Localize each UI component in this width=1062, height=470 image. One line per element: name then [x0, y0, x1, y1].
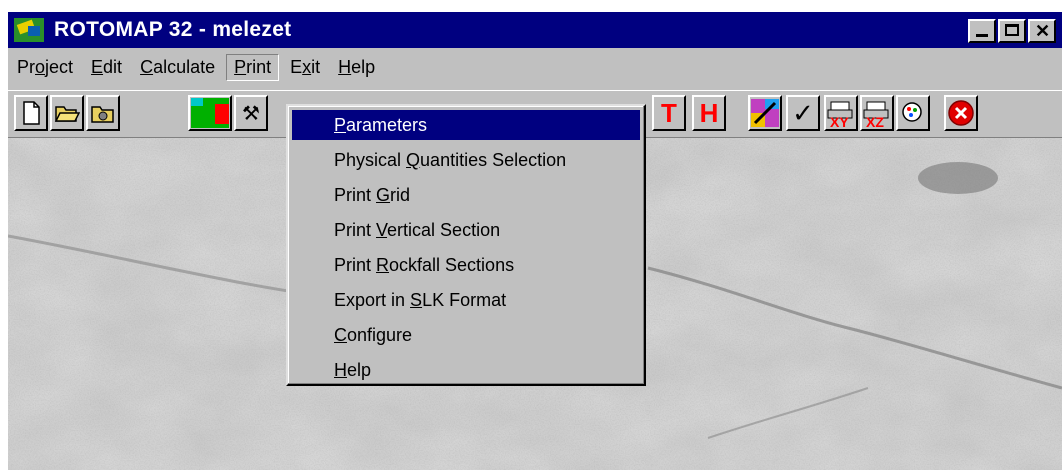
tool-t-button[interactable]: T [652, 95, 686, 131]
menu-exit[interactable]: Exit [281, 54, 329, 81]
maximize-icon [1005, 24, 1019, 36]
window-title: ROTOMAP 32 - melezet [54, 18, 292, 41]
new-button[interactable] [14, 95, 48, 131]
maximize-button[interactable] [998, 19, 1026, 43]
title-bar[interactable]: ROTOMAP 32 - melezet ✕ [8, 12, 1062, 48]
color-map-icon [191, 98, 229, 128]
menu-item-print-vertical-section[interactable]: Print Vertical Section [292, 215, 640, 245]
color-tools-button[interactable] [748, 95, 782, 131]
tool-h-button[interactable]: H [692, 95, 726, 131]
menu-print[interactable]: Print [226, 53, 280, 81]
menu-calculate[interactable]: Calculate [131, 54, 224, 81]
color-tools-icon [751, 99, 779, 127]
minimize-button[interactable] [968, 19, 996, 43]
exit-icon [948, 100, 974, 126]
open-button[interactable] [50, 95, 84, 131]
menu-item-print-grid[interactable]: Print Grid [292, 180, 640, 210]
print-settings-button[interactable] [896, 95, 930, 131]
tools-icon: ⚒ [242, 102, 260, 125]
svg-text:XZ: XZ [866, 114, 884, 128]
load-button[interactable] [86, 95, 120, 131]
letter-h-icon: H [699, 97, 719, 128]
check-button[interactable]: ✓ [786, 95, 820, 131]
menu-item-export-slk[interactable]: Export in SLK Format [292, 285, 640, 315]
print-settings-icon [902, 102, 922, 122]
print-xz-button[interactable]: XZ [860, 95, 894, 131]
menu-item-physical-quantities[interactable]: Physical Quantities Selection [292, 145, 640, 175]
map-view-button[interactable] [188, 95, 232, 131]
check-icon: ✓ [792, 97, 814, 128]
menu-bar: Project Edit Calculate Print Exit Help [8, 50, 1062, 84]
svg-text:XY: XY [830, 114, 849, 128]
menu-item-parameters[interactable]: Parameters [292, 110, 640, 140]
menu-item-help[interactable]: Help [292, 355, 640, 385]
print-xz-icon: XZ [863, 101, 889, 128]
menu-project[interactable]: Project [8, 54, 82, 81]
menu-item-print-rockfall-sections[interactable]: Print Rockfall Sections [292, 250, 640, 280]
minimize-icon [976, 34, 988, 37]
menu-help[interactable]: Help [329, 54, 384, 81]
print-xy-button[interactable]: XY [824, 95, 858, 131]
letter-t-icon: T [661, 97, 677, 128]
print-xy-icon: XY [827, 101, 853, 128]
menu-item-configure[interactable]: Configure [292, 320, 640, 350]
close-icon: ✕ [1035, 21, 1051, 41]
app-window: ROTOMAP 32 - melezet ✕ Project Edit Calc… [8, 12, 1062, 470]
close-button[interactable]: ✕ [1028, 19, 1056, 43]
app-map-icon[interactable] [12, 16, 48, 44]
new-file-icon [23, 101, 40, 125]
print-menu-dropdown: Parameters Physical Quantities Selection… [286, 104, 646, 386]
tools-button[interactable]: ⚒ [234, 95, 268, 131]
exit-button[interactable] [944, 95, 978, 131]
open-folder-icon [54, 106, 80, 122]
disk-folder-icon [91, 106, 114, 123]
menu-edit[interactable]: Edit [82, 54, 131, 81]
